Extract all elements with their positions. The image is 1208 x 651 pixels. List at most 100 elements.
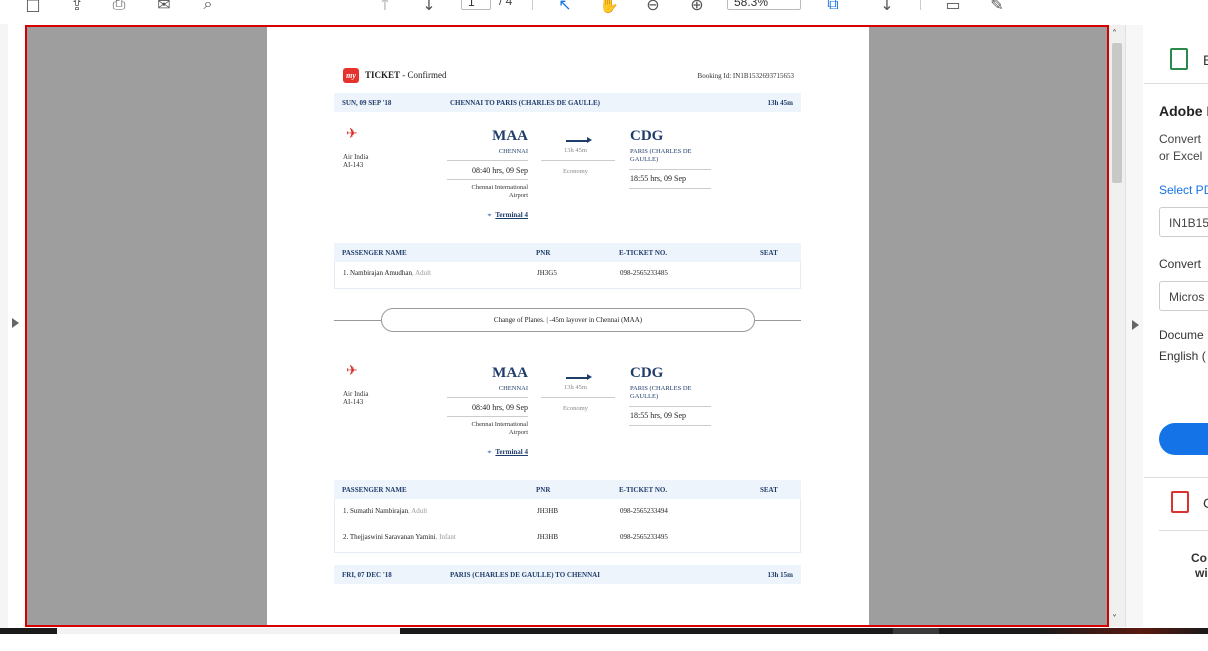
passenger-name: 2. Thejjaswini Saravanan Yamini, Infant (343, 533, 456, 541)
departure-airport: Chennai International Airport (471, 421, 529, 436)
passenger-eticket: 098-2565233494 (620, 507, 668, 515)
leg-duration: 13h 45m (767, 99, 793, 107)
page-up-icon[interactable]: ↑ (374, 0, 396, 14)
panel-description: Convert or Excel (1159, 132, 1203, 163)
search-icon[interactable]: ⌕ (197, 0, 219, 14)
divider (629, 425, 711, 426)
save-icon[interactable]: □ (22, 0, 44, 14)
sign-icon[interactable]: ✎ (986, 0, 1008, 14)
divider (541, 397, 615, 398)
col-eticket: E-TICKET NO. (619, 249, 668, 257)
print-icon[interactable]: ⎙ (108, 0, 130, 14)
toolbar-divider (532, 0, 533, 10)
terminal-link[interactable]: ⌖ Terminal 4 (487, 441, 528, 459)
divider (629, 169, 711, 170)
tools-panel: E Adobe E Convertor Excel Select PD IN1B… (1144, 25, 1208, 627)
collapse-right-panel-icon[interactable] (1132, 320, 1139, 330)
zoom-select[interactable]: 58.3% (727, 0, 801, 10)
page-number-input[interactable]: 1 (461, 0, 491, 10)
zoom-out-icon[interactable]: ⊖ (642, 0, 664, 14)
taskbar-search[interactable] (57, 628, 400, 634)
select-tool-icon[interactable]: ↖ (554, 0, 576, 14)
hand-tool-icon[interactable]: ✋ (598, 0, 620, 14)
selected-file-field[interactable]: IN1B15 (1159, 207, 1208, 237)
format-select[interactable]: Micros (1159, 281, 1208, 311)
passenger-name: 1. Nambirajan Amudhan, Adult (343, 269, 432, 277)
scrollbar-thumb[interactable] (1112, 43, 1122, 183)
passenger-pnr: JH3G5 (537, 269, 557, 277)
right-panel-toggle[interactable] (1125, 25, 1143, 627)
location-pin-icon: ⌖ (487, 448, 492, 456)
create-pdf-icon[interactable] (1171, 491, 1189, 513)
divider (1159, 530, 1208, 531)
passenger-name: 1. Sumathi Nambirajan, Adult (343, 507, 428, 515)
leg-header-outbound: SUN, 09 SEP '18 CHENNAI TO PARIS (CHARLE… (334, 93, 801, 112)
departure-time: 08:40 hrs, 09 Sep (472, 166, 528, 175)
zoom-value: 58.3% (734, 0, 769, 9)
document-viewer[interactable]: my TICKET - Confirmed Booking Id: IN1B15… (25, 25, 1109, 627)
comment-icon[interactable]: ▭ (942, 0, 964, 14)
scroll-down-icon[interactable]: ˅ (1112, 614, 1117, 625)
departure-code: MAA (492, 365, 528, 381)
divider (447, 179, 528, 180)
air-india-logo-icon: ✈ (346, 363, 358, 379)
email-icon[interactable]: ✉ (153, 0, 175, 14)
leg-duration: 13h 15m (767, 571, 793, 579)
passenger-eticket: 098-2565233495 (620, 533, 668, 541)
create-pdf-label[interactable]: C (1203, 495, 1208, 511)
terminal-link[interactable]: ⌖ Terminal 4 (487, 204, 528, 222)
arrival-code: CDG (630, 128, 664, 144)
divider (629, 188, 711, 189)
taskbar-item[interactable] (893, 628, 939, 634)
left-panel-strip (0, 24, 8, 628)
cabin-class: Economy (563, 168, 588, 175)
departure-city: CHENNAI (498, 385, 528, 392)
divider (447, 160, 528, 161)
departure-city: CHENNAI (498, 148, 528, 155)
layover-line-left (334, 320, 382, 321)
col-pnr: PNR (536, 249, 551, 257)
segment-duration: 13h 45m (564, 147, 587, 154)
upload-icon[interactable]: ⇪ (66, 0, 88, 14)
leg-route: CHENNAI TO PARIS (CHARLES DE GAULLE) (450, 99, 600, 107)
col-passenger-name: PASSENGER NAME (342, 486, 407, 494)
cabin-class: Economy (563, 405, 588, 412)
passenger-pnr: JH3HB (537, 507, 559, 515)
leg-header-return: FRI, 07 DEC '18 PARIS (CHARLES DE GAULLE… (334, 565, 801, 584)
leg-date: SUN, 09 SEP '18 (342, 99, 392, 107)
airline-name: Air India (343, 390, 369, 398)
col-seat: SEAT (760, 486, 778, 494)
export-pdf-icon[interactable] (1170, 48, 1188, 70)
layover-info: Change of Planes. | -45m layover in Chen… (381, 308, 755, 332)
flight-arrow (566, 140, 588, 142)
passenger-table-header: PASSENGER NAME PNR E-TICKET NO. SEAT (334, 480, 801, 499)
col-passenger-name: PASSENGER NAME (342, 249, 407, 257)
pdf-page: my TICKET - Confirmed Booking Id: IN1B15… (267, 27, 869, 625)
zoom-in-icon[interactable]: ⊕ (686, 0, 708, 14)
export-pdf-label[interactable]: E (1203, 52, 1208, 68)
convert-button[interactable] (1159, 423, 1208, 455)
scroll-up-icon[interactable]: ˄ (1112, 29, 1117, 40)
leg-date: FRI, 07 DEC '18 (342, 571, 392, 579)
select-pdf-link[interactable]: Select PD (1159, 183, 1208, 197)
arrow-right-icon (587, 374, 592, 380)
col-seat: SEAT (760, 249, 778, 257)
departure-airport: Chennai International Airport (471, 184, 529, 199)
expand-left-panel-icon[interactable] (12, 318, 19, 328)
arrow-right-icon (587, 137, 592, 143)
flight-number: AI-143 (343, 398, 364, 406)
divider (447, 416, 528, 417)
col-eticket: E-TICKET NO. (619, 486, 668, 494)
vertical-scrollbar[interactable]: ˄ ˅ (1109, 25, 1125, 627)
air-india-logo-icon: ✈ (346, 126, 358, 142)
scroll-mode-icon[interactable]: ↓ (876, 0, 898, 14)
page-total: / 4 (499, 0, 513, 8)
fit-page-icon[interactable]: ⧉ (822, 0, 844, 14)
arrival-city: PARIS (CHARLES DE GAULLE) (630, 385, 692, 400)
divider (1144, 477, 1208, 478)
page-down-icon[interactable]: ↓ (418, 0, 440, 14)
document-language[interactable]: Docume English ( (1159, 325, 1206, 367)
passenger-table-header: PASSENGER NAME PNR E-TICKET NO. SEAT (334, 243, 801, 262)
toolbar: □ ⇪ ⎙ ✉ ⌕ ↑ ↓ 1 / 4 ↖ ✋ ⊖ ⊕ 58.3% ⧉ ↓ ▭ … (0, 0, 1208, 16)
panel-title: Adobe E (1159, 103, 1208, 119)
